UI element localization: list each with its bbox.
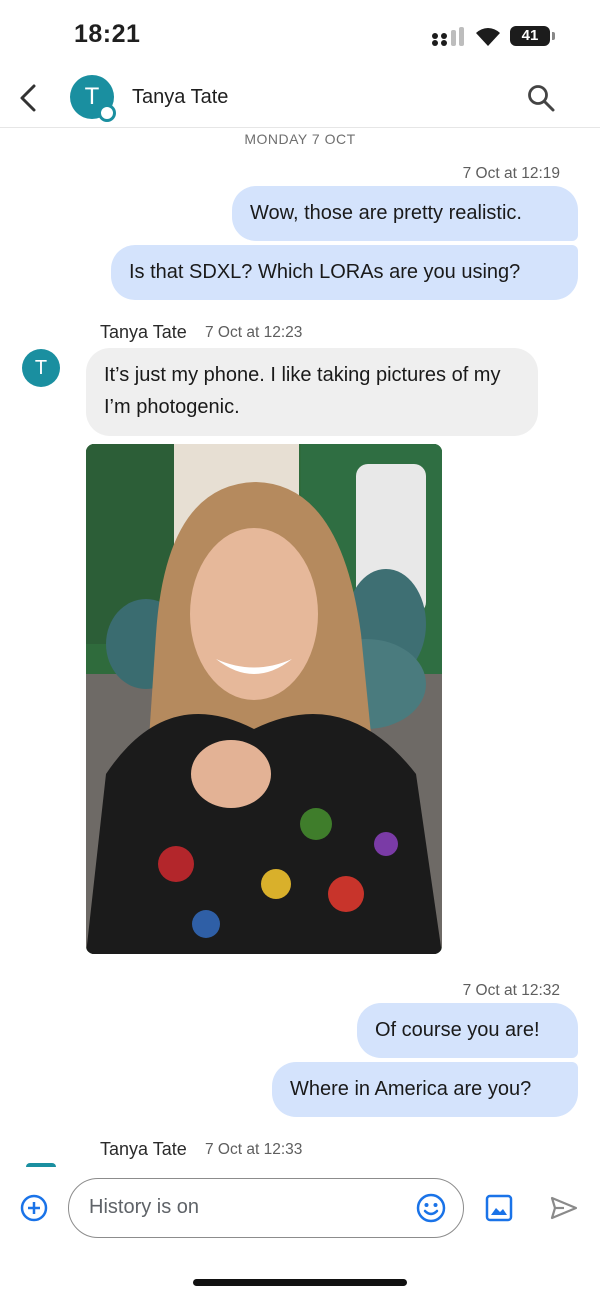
wifi-icon <box>476 28 500 46</box>
outgoing-message[interactable]: Wow, those are pretty realistic. <box>232 186 578 241</box>
compose-bar: History is on <box>0 1170 600 1250</box>
message-input-placeholder: History is on <box>89 1196 200 1218</box>
add-attachment-icon[interactable] <box>20 1194 48 1222</box>
incoming-message[interactable]: It’s just my phone. I like taking pictur… <box>86 348 538 436</box>
home-indicator[interactable] <box>193 1279 407 1286</box>
sender-name: Tanya Tate <box>100 1139 187 1159</box>
message-input[interactable]: History is on <box>68 1178 464 1238</box>
sender-name: Tanya Tate <box>100 322 187 342</box>
emoji-icon[interactable] <box>415 1192 447 1224</box>
message-timestamp: 7 Oct at 12:19 <box>462 165 560 182</box>
image-gallery-icon[interactable] <box>485 1194 513 1222</box>
avatar-badge-icon <box>98 104 116 122</box>
contact-name[interactable]: Tanya Tate <box>132 86 228 109</box>
outgoing-message[interactable]: Of course you are! <box>357 1003 578 1058</box>
selfie-photo <box>86 444 442 954</box>
day-separator: MONDAY 7 OCT <box>244 131 356 147</box>
cellular-signal-icon <box>432 27 464 46</box>
send-icon[interactable] <box>549 1195 579 1221</box>
sender-avatar <box>26 1163 56 1167</box>
battery-icon <box>552 32 555 40</box>
conversation-header: T Tanya Tate <box>0 70 600 128</box>
message-timestamp: 7 Oct at 12:23 <box>205 324 303 341</box>
status-bar: 18:21 41 <box>0 0 600 70</box>
outgoing-message[interactable]: Is that SDXL? Which LORAs are you using? <box>111 245 578 300</box>
message-timestamp: 7 Oct at 12:32 <box>462 982 560 999</box>
outgoing-message[interactable]: Where in America are you? <box>272 1062 578 1117</box>
status-time: 18:21 <box>74 20 141 48</box>
sender-avatar[interactable]: T <box>22 349 60 387</box>
photo-attachment[interactable] <box>86 444 442 954</box>
battery-level: 41 <box>510 26 550 46</box>
back-arrow-icon[interactable] <box>14 80 44 116</box>
message-timestamp: 7 Oct at 12:33 <box>205 1141 303 1158</box>
search-icon[interactable] <box>526 83 556 113</box>
